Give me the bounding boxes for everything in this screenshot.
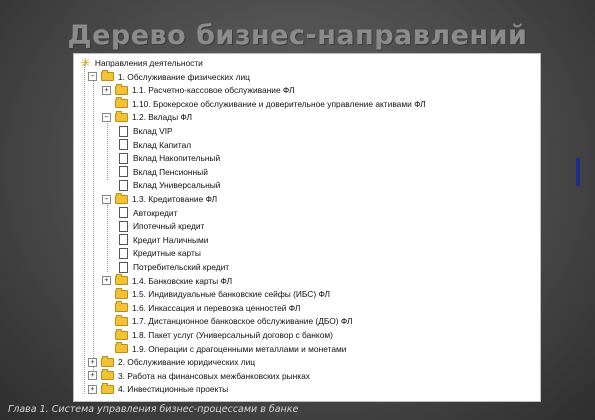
folder-icon (101, 70, 114, 82)
folder-icon (115, 192, 128, 204)
slide-title: Дерево бизнес-направлений (67, 20, 528, 51)
collapse-toggle-icon[interactable]: − (88, 72, 97, 82)
tree-node-label: 4. Инвестиционные проекты (118, 384, 229, 395)
tree-guide-line (107, 202, 108, 272)
expand-toggle-icon[interactable]: + (88, 357, 97, 367)
tree-node[interactable]: +4. Инвестиционные проекты (88, 381, 228, 397)
folder-icon (115, 274, 128, 286)
document-icon (119, 166, 128, 178)
document-icon (119, 234, 128, 246)
tree-guide-line (84, 64, 85, 394)
tree-view-panel[interactable]: ✳ Направления деятельности −1. Обслуживани… (73, 53, 541, 402)
expand-toggle-icon[interactable]: + (88, 384, 97, 394)
folder-icon (115, 328, 128, 340)
document-icon (119, 179, 128, 191)
document-icon (119, 220, 128, 232)
accent-bar (576, 158, 580, 186)
expand-toggle-icon[interactable]: + (102, 85, 111, 95)
folder-icon (115, 97, 128, 109)
collapse-toggle-icon[interactable]: − (102, 194, 111, 204)
document-icon (119, 125, 128, 137)
folder-icon (101, 355, 114, 367)
document-icon (119, 207, 128, 219)
document-icon (119, 247, 128, 259)
folder-icon (115, 110, 128, 122)
document-icon (119, 152, 128, 164)
folder-icon (115, 314, 128, 326)
folder-icon (115, 342, 128, 354)
slide-caption: Глава 1. Система управления бизнес-проце… (8, 404, 299, 415)
folder-icon (101, 369, 114, 381)
folder-icon (115, 287, 128, 299)
expand-toggle-icon[interactable]: + (102, 276, 111, 286)
folder-icon (115, 301, 128, 313)
expand-toggle-icon[interactable]: + (88, 371, 97, 381)
folder-icon (115, 83, 128, 95)
folder-icon (101, 382, 114, 394)
document-icon (119, 261, 128, 273)
tree-guide-line (107, 120, 108, 180)
document-icon (119, 139, 128, 151)
tree-guide-line (93, 78, 94, 370)
collapse-toggle-icon[interactable]: − (102, 112, 111, 122)
